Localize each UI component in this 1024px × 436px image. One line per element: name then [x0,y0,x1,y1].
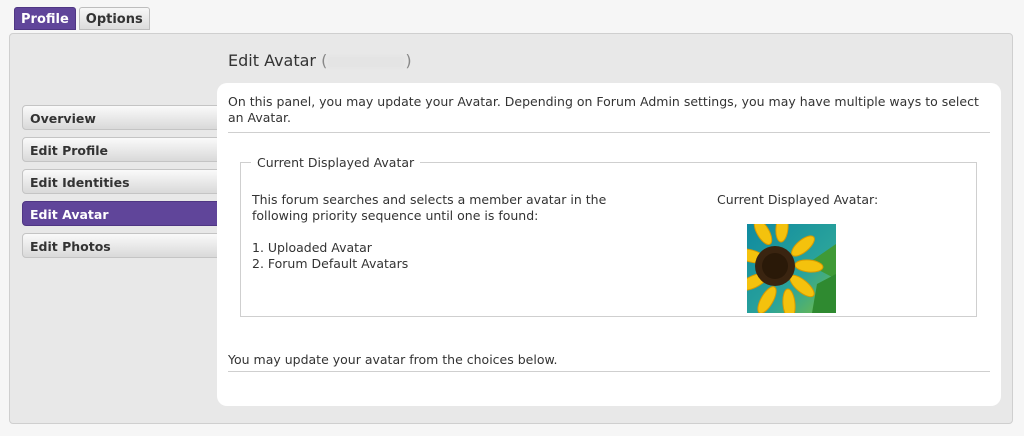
sidebar-item-edit-identities[interactable]: Edit Identities [22,169,225,194]
priority-list: 1. Uploaded Avatar 2. Forum Default Avat… [252,240,408,272]
list-item: 2. Forum Default Avatars [252,256,409,271]
divider [228,371,990,372]
sidebar-item-edit-profile[interactable]: Edit Profile [22,137,225,162]
redacted-username [327,55,406,68]
profile-panel: Edit Avatar () Overview Edit Profile Edi… [9,33,1013,424]
title-paren-close: ) [405,51,412,70]
sidebar: Overview Edit Profile Edit Identities Ed… [22,105,225,265]
page-title: Edit Avatar () [228,51,412,70]
tab-options[interactable]: Options [78,7,150,30]
sidebar-item-overview[interactable]: Overview [22,105,225,130]
divider [228,132,990,133]
current-avatar-section: Current Displayed Avatar This forum sear… [240,155,977,317]
update-hint: You may update your avatar from the choi… [228,352,558,367]
list-item: 1. Uploaded Avatar [252,240,372,255]
sunflower-icon [747,224,836,313]
tab-profile[interactable]: Profile [14,7,76,30]
page-title-text: Edit Avatar [228,51,317,70]
sidebar-item-edit-avatar[interactable]: Edit Avatar [22,201,225,226]
section-legend: Current Displayed Avatar [257,155,415,170]
avatar-image [747,224,836,313]
sidebar-item-edit-photos[interactable]: Edit Photos [22,233,225,258]
content-card: On this panel, you may update your Avata… [217,83,1001,406]
avatar-label: Current Displayed Avatar: [717,192,879,207]
tab-bar: Profile Options [14,7,150,30]
intro-text: On this panel, you may update your Avata… [228,94,979,125]
priority-description: This forum searches and selects a member… [252,192,607,223]
